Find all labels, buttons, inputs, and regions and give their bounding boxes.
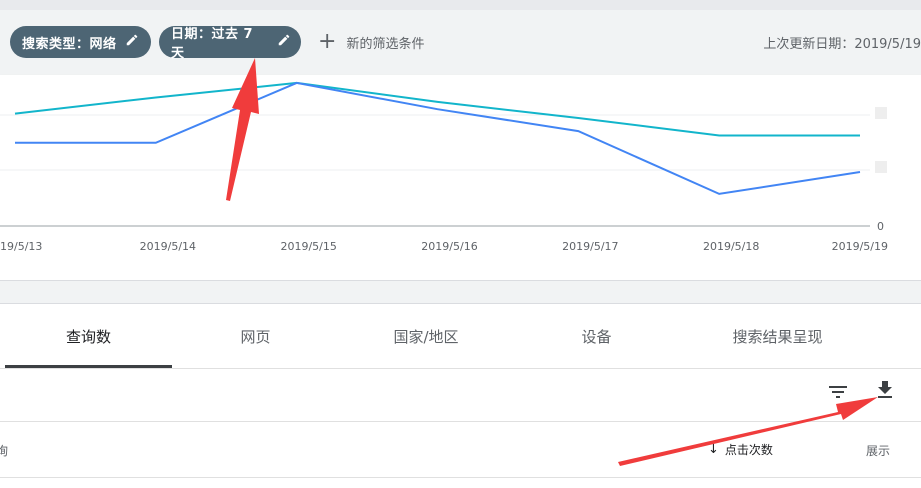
divider <box>0 421 921 422</box>
report-table-card: 查询数 网页 国家/地区 设备 搜索结果呈现 询 ↓ 点击次数 展示 <box>0 303 921 488</box>
y-tick-label-redacted <box>875 161 887 173</box>
performance-chart: 0 19/5/13 2019/5/14 2019/5/15 2019/5/16 2019/… <box>0 81 888 253</box>
tab-countries[interactable]: 国家/地区 <box>339 304 513 368</box>
header-strip <box>0 0 921 10</box>
column-header-clicks[interactable]: ↓ 点击次数 <box>708 441 773 458</box>
performance-chart-card: 0 19/5/13 2019/5/14 2019/5/15 2019/5/16 2019/… <box>0 75 921 281</box>
add-filter-label: 新的筛选条件 <box>346 36 425 52</box>
filter-bar: 搜索类型：网络 日期：过去 7 天 + 新的筛选条件 上次更新日期：2019/5… <box>0 0 921 75</box>
download-icon[interactable] <box>873 378 897 402</box>
x-tick-label: 2019/5/15 <box>280 240 336 253</box>
date-chip[interactable]: 日期：过去 7 天 <box>159 26 301 61</box>
section-gap <box>0 281 921 303</box>
y-tick-label-redacted <box>875 107 887 119</box>
tab-search-appearance[interactable]: 搜索结果呈现 <box>680 304 875 368</box>
column-header-query[interactable]: 询 <box>0 442 8 459</box>
tab-pages[interactable]: 网页 <box>172 304 339 368</box>
arrow-down-icon: ↓ <box>708 442 719 457</box>
tab-queries[interactable]: 查询数 <box>5 304 172 368</box>
divider <box>0 368 921 369</box>
x-tick-label: 19/5/13 <box>0 240 42 253</box>
add-filter-button[interactable]: + 新的筛选条件 <box>318 30 424 54</box>
y-tick-label: 0 <box>877 220 884 233</box>
filter-icon[interactable] <box>826 380 850 404</box>
dimension-tabs: 查询数 网页 国家/地区 设备 搜索结果呈现 <box>0 304 921 368</box>
plus-icon: + <box>318 29 337 54</box>
tab-devices[interactable]: 设备 <box>513 304 680 368</box>
column-header-impressions[interactable]: 展示 <box>866 442 890 459</box>
date-chip-label: 日期：过去 7 天 <box>171 27 254 61</box>
pencil-icon <box>277 33 291 51</box>
search-type-chip-label: 搜索类型：网络 <box>22 36 117 52</box>
x-tick-label: 2019/5/19 <box>832 240 888 253</box>
x-tick-label: 2019/5/14 <box>140 240 196 253</box>
x-tick-label: 2019/5/16 <box>421 240 477 253</box>
pencil-icon <box>125 33 139 51</box>
x-tick-label: 2019/5/18 <box>703 240 759 253</box>
divider <box>0 477 921 478</box>
last-updated-text: 上次更新日期：2019/5/19 <box>763 37 921 52</box>
column-header-clicks-label: 点击次数 <box>724 443 773 457</box>
search-type-chip[interactable]: 搜索类型：网络 <box>10 26 151 58</box>
x-tick-label: 2019/5/17 <box>562 240 618 253</box>
